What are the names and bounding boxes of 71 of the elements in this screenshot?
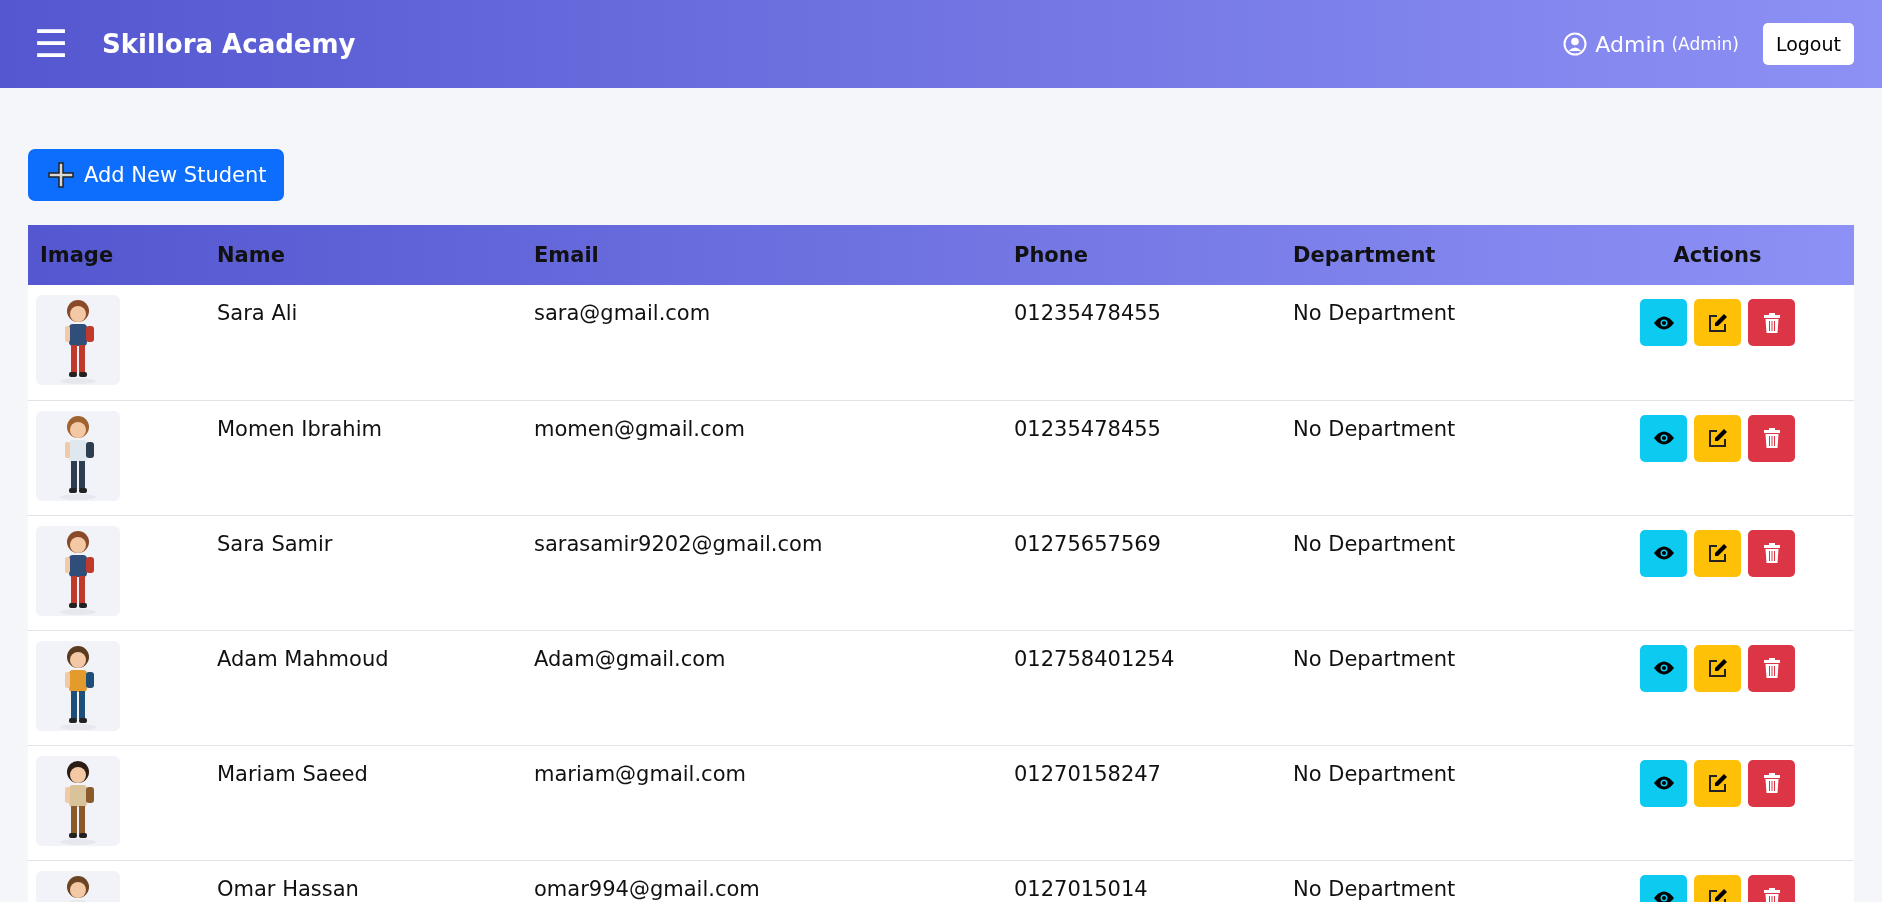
view-button[interactable] [1640, 529, 1687, 577]
trash-icon [1763, 658, 1780, 678]
phone-text: 01270158247 [1014, 761, 1161, 786]
eye-icon [1653, 891, 1674, 902]
view-button[interactable] [1640, 414, 1687, 462]
user-icon [1563, 32, 1588, 56]
user-role: (Admin) [1671, 34, 1739, 54]
department-text: No Department [1293, 761, 1456, 786]
name-text: Mariam Saeed [217, 761, 368, 786]
edit-button[interactable] [1694, 529, 1741, 577]
eye-icon [1653, 776, 1674, 790]
department-text: No Department [1293, 531, 1456, 556]
name-text: Adam Mahmoud [217, 646, 389, 671]
menu-icon[interactable]: ☰ [34, 25, 69, 63]
delete-button[interactable] [1748, 644, 1795, 692]
edit-icon [1707, 543, 1728, 563]
delete-button[interactable] [1748, 414, 1795, 462]
edit-button[interactable] [1694, 299, 1741, 346]
edit-icon [1707, 658, 1728, 678]
email-text: omar994@gmail.com [534, 876, 760, 901]
email-text: sarasamir9202@gmail.com [534, 531, 823, 556]
edit-icon [1707, 428, 1728, 448]
name-text: Omar Hassan [217, 876, 359, 901]
name-text: Sara Samir [217, 531, 333, 556]
edit-icon [1707, 773, 1728, 793]
column-header: Name [205, 225, 522, 285]
plus-icon [48, 162, 74, 188]
department-text: No Department [1293, 646, 1456, 671]
column-header: Phone [1002, 225, 1281, 285]
name-text: Sara Ali [217, 301, 298, 325]
phone-text: 01235478455 [1014, 301, 1161, 325]
phone-text: 01235478455 [1014, 416, 1161, 441]
edit-icon [1707, 888, 1728, 902]
eye-icon [1653, 546, 1674, 560]
phone-text: 0127015014 [1014, 876, 1148, 901]
column-header: Department [1281, 225, 1581, 285]
delete-button[interactable] [1748, 759, 1795, 807]
trash-icon [1763, 312, 1780, 333]
name-text: Momen Ibrahim [217, 416, 382, 441]
column-header: Email [522, 225, 1002, 285]
eye-icon [1653, 431, 1674, 445]
view-button[interactable] [1640, 759, 1687, 807]
email-text: sara@gmail.com [534, 301, 711, 325]
view-button[interactable] [1640, 299, 1687, 346]
edit-button[interactable] [1694, 759, 1741, 807]
department-text: No Department [1293, 301, 1456, 325]
edit-icon [1707, 312, 1728, 333]
column-header: Image [28, 225, 205, 285]
user-name: Admin [1595, 31, 1666, 57]
add-student-button[interactable]: Add New Student [28, 149, 285, 201]
edit-button[interactable] [1694, 644, 1741, 692]
trash-icon [1763, 543, 1780, 563]
trash-icon [1763, 428, 1780, 448]
logout-button[interactable]: Logout [1762, 23, 1854, 65]
edit-button[interactable] [1694, 414, 1741, 462]
eye-icon [1653, 661, 1674, 675]
email-text: mariam@gmail.com [534, 761, 746, 786]
app-title: Skillora Academy [102, 29, 357, 59]
trash-icon [1763, 888, 1780, 902]
department-text: No Department [1293, 416, 1456, 441]
delete-button[interactable] [1748, 529, 1795, 577]
phone-text: 01275657569 [1014, 531, 1161, 556]
email-text: momen@gmail.com [534, 416, 745, 441]
column-header: Actions [1581, 225, 1854, 285]
eye-icon [1653, 315, 1674, 330]
email-text: Adam@gmail.com [534, 646, 726, 671]
trash-icon [1763, 773, 1780, 793]
phone-text: 012758401254 [1014, 646, 1175, 671]
delete-button[interactable] [1748, 299, 1795, 346]
department-text: No Department [1293, 876, 1456, 901]
view-button[interactable] [1640, 644, 1687, 692]
